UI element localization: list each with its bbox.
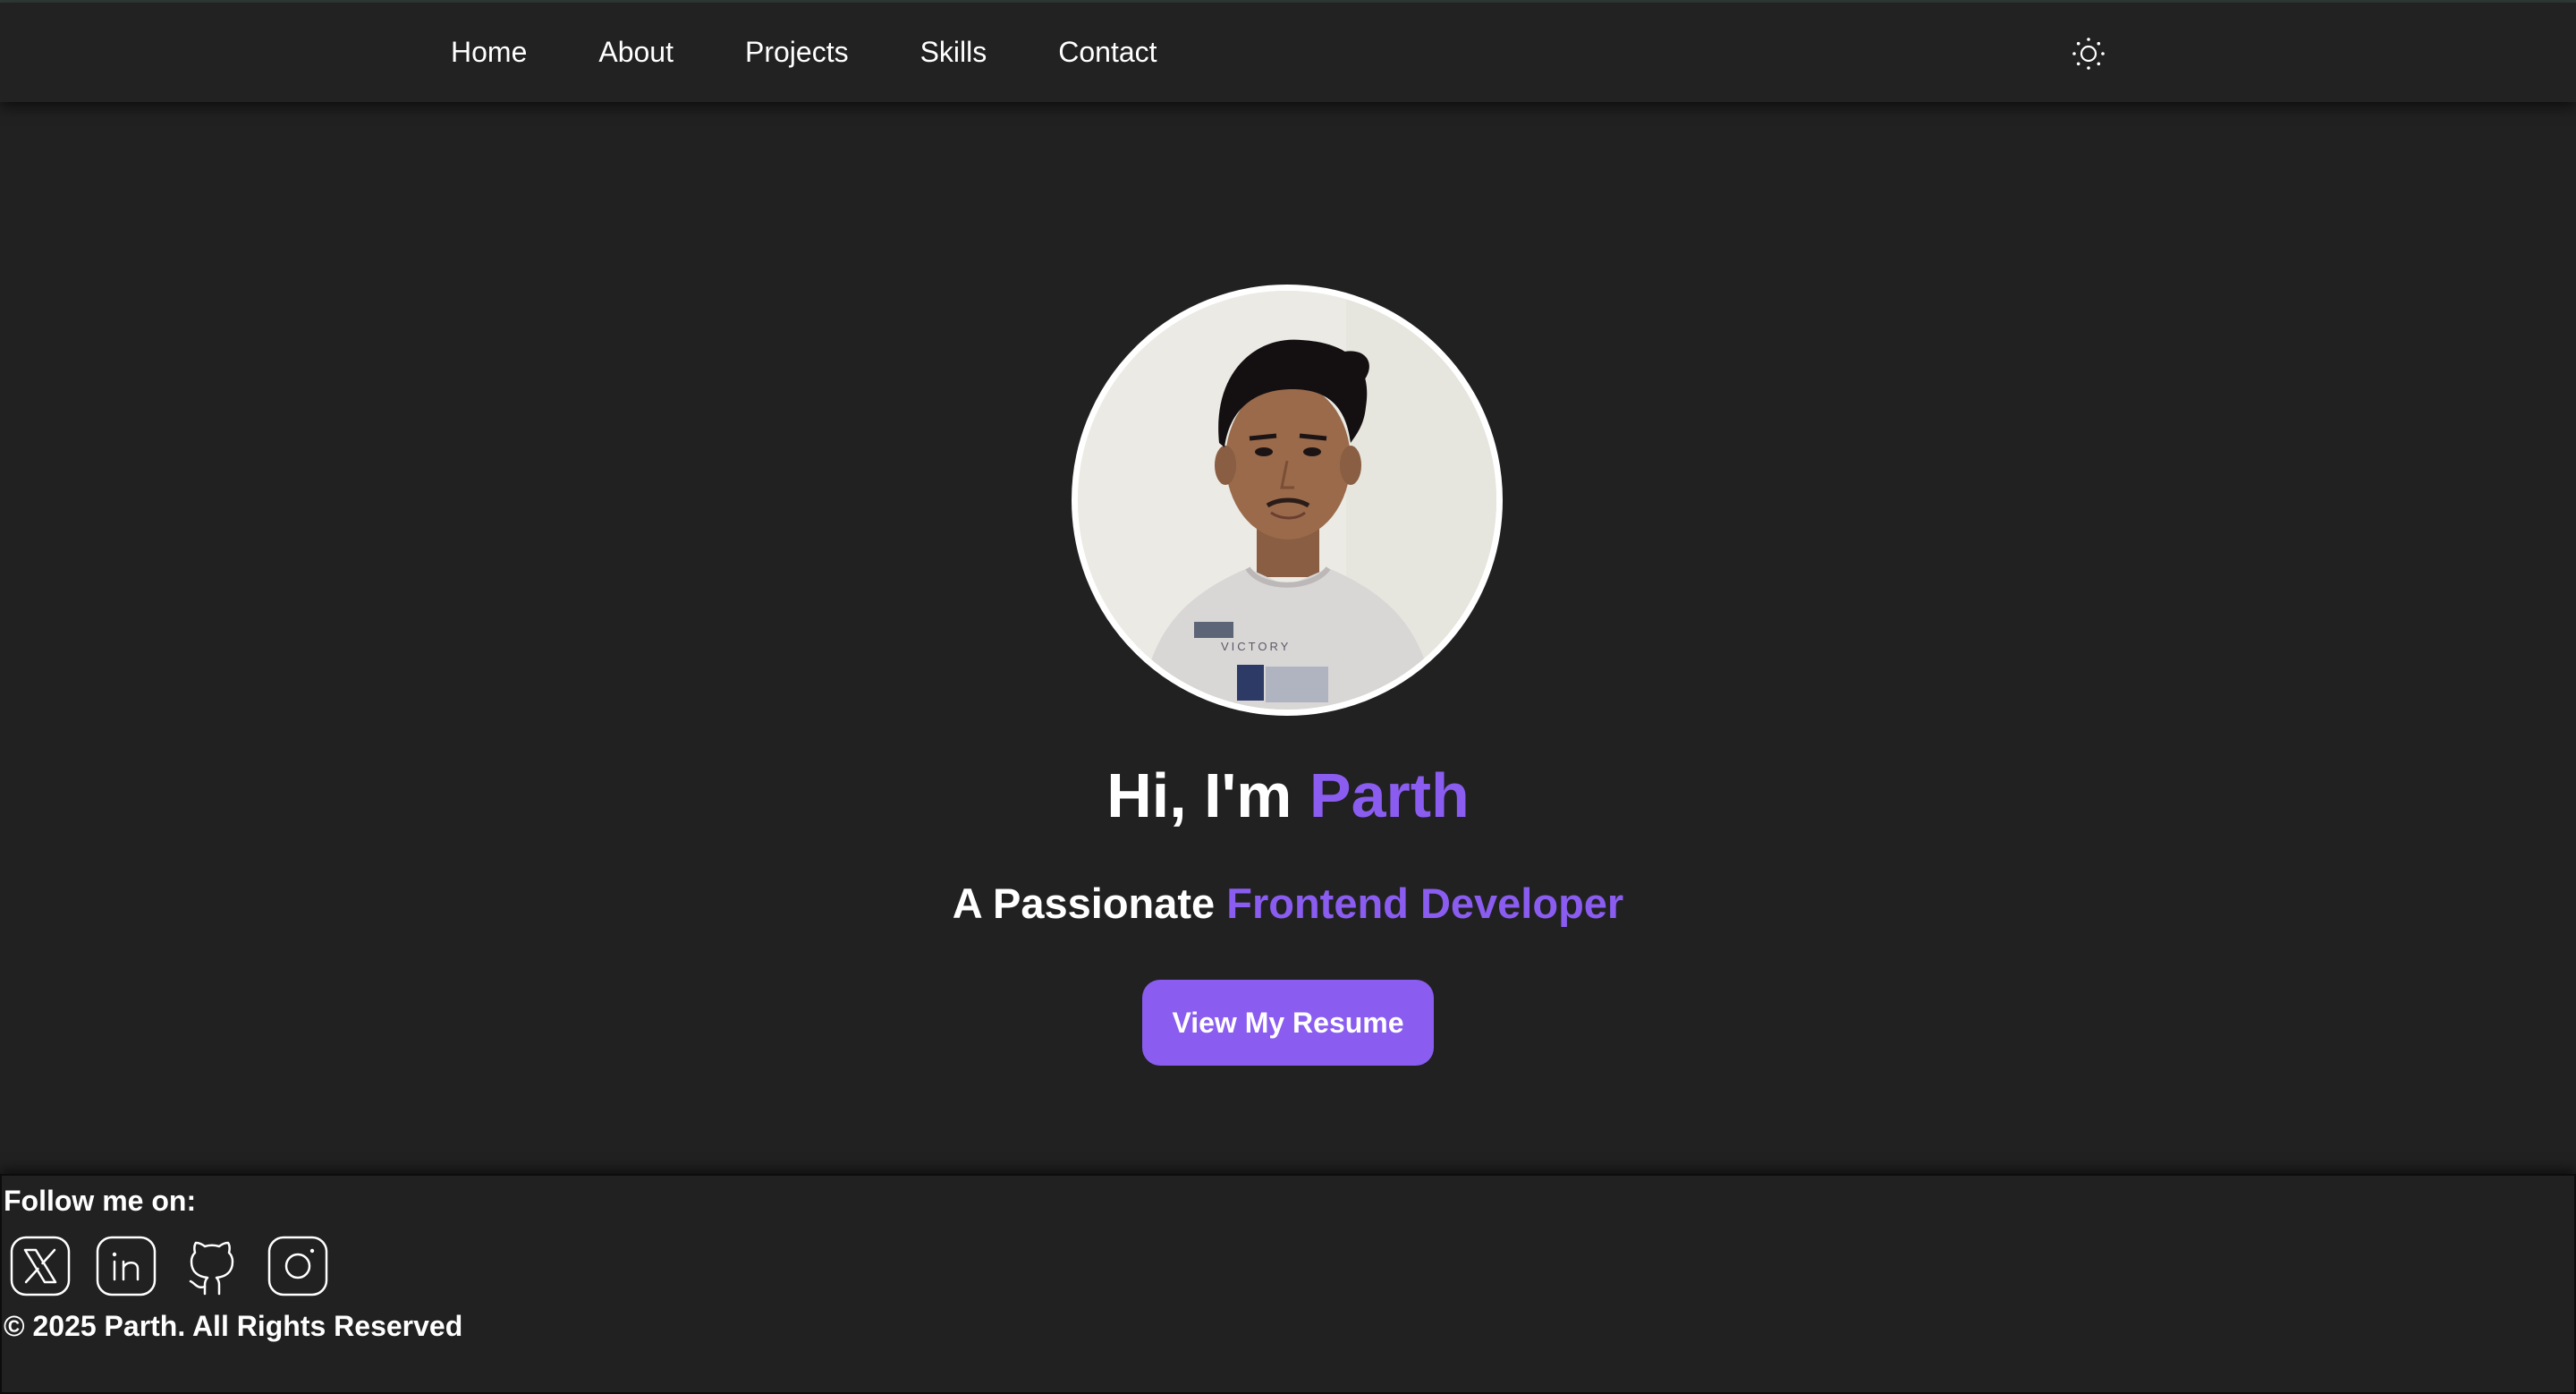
nav-link-home[interactable]: Home xyxy=(451,36,527,69)
social-link-x[interactable] xyxy=(7,1233,73,1299)
nav-link-skills[interactable]: Skills xyxy=(920,36,987,69)
social-link-github[interactable] xyxy=(179,1233,245,1299)
hero-subtitle-prefix: A Passionate xyxy=(952,880,1227,927)
copyright-text: © 2025 Parth. All Rights Reserved xyxy=(4,1310,463,1342)
view-resume-button[interactable]: View My Resume xyxy=(1142,980,1434,1066)
social-link-instagram[interactable] xyxy=(265,1233,331,1299)
hero-section: VICTORY Hi, I'm Parth A Passionate Front… xyxy=(0,102,2576,1174)
theme-toggle-button[interactable] xyxy=(2068,33,2109,74)
hero-title-prefix: Hi, I'm xyxy=(1106,761,1309,830)
profile-avatar: VICTORY xyxy=(1072,285,1503,716)
social-link-linkedin[interactable] xyxy=(93,1233,159,1299)
social-links xyxy=(7,1233,351,1299)
site-footer: Follow me on: © 2025 Parth. All Rights R… xyxy=(0,1174,2576,1394)
x-twitter-icon xyxy=(10,1236,71,1296)
nav-link-projects[interactable]: Projects xyxy=(745,36,849,69)
linkedin-icon xyxy=(96,1236,157,1296)
nav-links: Home About Projects Skills Contact xyxy=(451,3,1157,102)
profile-photo: VICTORY xyxy=(1078,291,1496,710)
nav-link-contact[interactable]: Contact xyxy=(1058,36,1157,69)
follow-heading: Follow me on: xyxy=(4,1185,197,1217)
navbar: Home About Projects Skills Contact xyxy=(0,3,2576,102)
instagram-icon xyxy=(267,1236,328,1296)
hero-title: Hi, I'm Parth xyxy=(0,764,2576,827)
hero-title-name: Parth xyxy=(1309,761,1470,830)
github-icon xyxy=(189,1241,234,1296)
hero-subtitle: A Passionate Frontend Developer xyxy=(0,882,2576,924)
hero-subtitle-role: Frontend Developer xyxy=(1226,880,1624,927)
sun-icon xyxy=(2072,38,2105,70)
nav-link-about[interactable]: About xyxy=(598,36,674,69)
svg-text:VICTORY: VICTORY xyxy=(1221,640,1291,653)
